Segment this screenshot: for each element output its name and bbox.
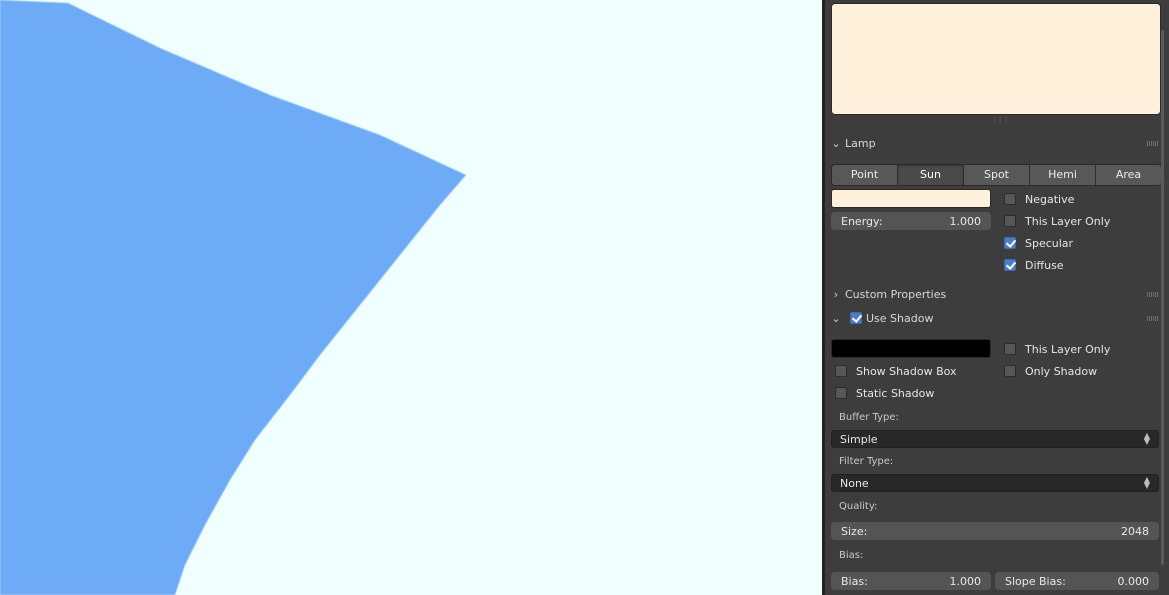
shadow-panel-header[interactable]: ⌄ Use Shadow — [825, 307, 1169, 329]
lamp-preview — [831, 3, 1161, 115]
energy-field[interactable]: Energy: 1.000 — [831, 212, 991, 230]
filter-type-label: Filter Type: — [839, 456, 894, 467]
bias-label: Bias: — [841, 574, 868, 588]
buffer-type-value: Simple — [840, 432, 878, 446]
specular-label: Specular — [1025, 236, 1074, 250]
tab-sun[interactable]: Sun — [898, 165, 964, 185]
tab-point[interactable]: Point — [832, 165, 898, 185]
shadow-this-layer-only-label: This Layer Only — [1025, 342, 1111, 356]
slope-bias-field[interactable]: Slope Bias: 0.000 — [995, 572, 1159, 590]
show-shadow-box-label: Show Shadow Box — [856, 364, 957, 378]
size-value: 2048 — [1121, 524, 1149, 538]
viewport-canvas — [0, 0, 466, 595]
drag-handle-icon[interactable] — [1147, 316, 1159, 321]
use-shadow-checkbox[interactable] — [850, 312, 862, 324]
show-shadow-box-checkbox[interactable]: Show Shadow Box — [835, 362, 957, 380]
checkbox-icon — [1004, 193, 1016, 205]
lamp-color-swatch[interactable] — [831, 189, 991, 208]
only-shadow-checkbox[interactable]: Only Shadow — [1004, 362, 1097, 380]
bias-heading: Bias: — [839, 550, 864, 561]
chevron-right-icon: › — [833, 287, 839, 301]
resize-grip-icon[interactable]: ⋮⋮⋮ — [991, 117, 1010, 124]
only-shadow-label: Only Shadow — [1025, 364, 1098, 378]
tab-area[interactable]: Area — [1096, 165, 1161, 185]
updown-arrows-icon: ▲ ▼ — [1143, 475, 1150, 490]
checkbox-icon — [1004, 215, 1016, 227]
properties-panel: ⋮⋮⋮ ⌄ Lamp Point Sun Spot Hemi Area Ener… — [825, 0, 1169, 595]
chevron-down-icon: ⌄ — [831, 136, 841, 150]
custom-properties-title: Custom Properties — [845, 287, 947, 301]
negative-label: Negative — [1025, 192, 1075, 206]
slope-bias-value: 0.000 — [1117, 574, 1150, 588]
slope-bias-label: Slope Bias: — [1005, 574, 1066, 588]
checkbox-icon — [1004, 365, 1016, 377]
checkbox-checked-icon — [1004, 259, 1016, 271]
bias-field[interactable]: Bias: 1.000 — [831, 572, 991, 590]
energy-label: Energy: — [841, 214, 883, 228]
filter-type-value: None — [840, 476, 869, 490]
buffer-type-dropdown[interactable]: Simple ▲ ▼ — [831, 430, 1159, 448]
shadow-this-layer-only-checkbox[interactable]: This Layer Only — [1004, 340, 1110, 358]
blue-plane-mesh — [0, 0, 466, 595]
buffer-type-label: Buffer Type: — [839, 412, 899, 423]
bias-value: 1.000 — [949, 574, 982, 588]
updown-arrows-icon: ▲ ▼ — [1143, 431, 1150, 446]
size-label: Size: — [841, 524, 868, 538]
drag-handle-icon[interactable] — [1147, 292, 1159, 297]
filter-type-dropdown[interactable]: None ▲ ▼ — [831, 474, 1159, 492]
this-layer-only-checkbox[interactable]: This Layer Only — [1004, 212, 1110, 230]
custom-properties-header[interactable]: › Custom Properties — [825, 283, 1169, 305]
checkbox-icon — [835, 387, 847, 399]
static-shadow-checkbox[interactable]: Static Shadow — [835, 384, 934, 402]
size-field[interactable]: Size: 2048 — [831, 522, 1159, 540]
3d-viewport[interactable] — [0, 0, 822, 595]
checkbox-icon — [1004, 343, 1016, 355]
diffuse-label: Diffuse — [1025, 258, 1064, 272]
diffuse-checkbox[interactable]: Diffuse — [1004, 256, 1064, 274]
lamp-type-tabs: Point Sun Spot Hemi Area — [831, 164, 1162, 186]
tab-hemi[interactable]: Hemi — [1030, 165, 1096, 185]
specular-checkbox[interactable]: Specular — [1004, 234, 1073, 252]
negative-checkbox[interactable]: Negative — [1004, 190, 1074, 208]
use-shadow-label: Use Shadow — [866, 311, 934, 325]
lamp-panel-header[interactable]: ⌄ Lamp — [825, 132, 1169, 154]
quality-label: Quality: — [839, 501, 878, 512]
chevron-down-icon: ⌄ — [831, 311, 841, 325]
this-layer-only-label: This Layer Only — [1025, 214, 1111, 228]
checkbox-checked-icon — [1004, 237, 1016, 249]
tab-spot[interactable]: Spot — [964, 165, 1030, 185]
shadow-color-swatch[interactable] — [831, 339, 991, 358]
static-shadow-label: Static Shadow — [856, 386, 935, 400]
lamp-panel-title: Lamp — [845, 136, 876, 150]
drag-handle-icon[interactable] — [1147, 141, 1159, 146]
checkbox-icon — [835, 365, 847, 377]
energy-value: 1.000 — [949, 214, 982, 228]
panel-scrollbar[interactable] — [1161, 30, 1164, 565]
